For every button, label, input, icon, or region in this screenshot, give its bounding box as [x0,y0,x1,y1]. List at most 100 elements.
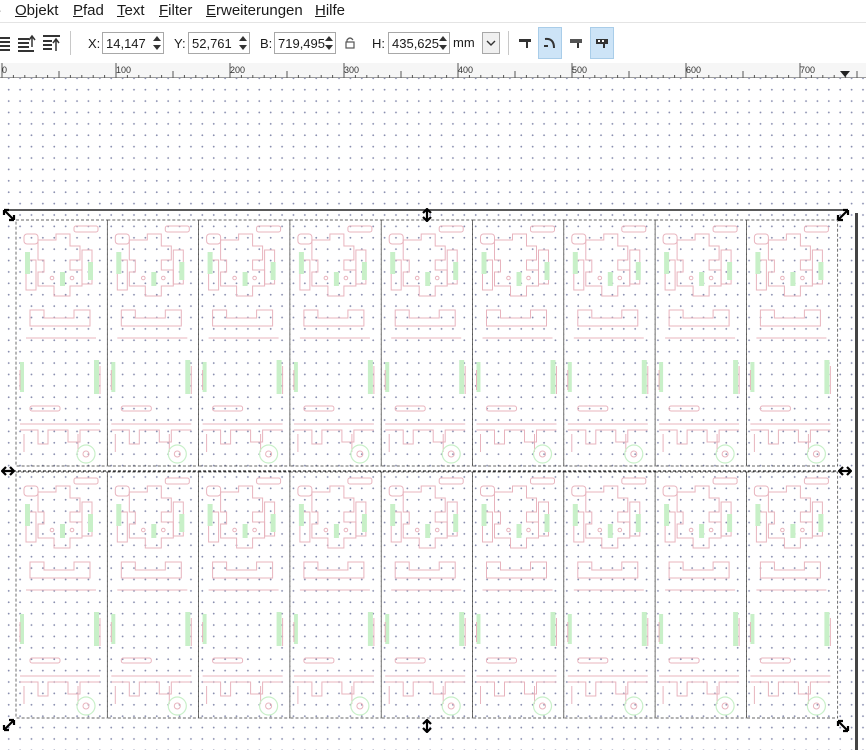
engrave-mark [727,262,733,280]
engrave-mark [641,612,647,646]
scale-handle-top-right-icon[interactable] [836,208,850,222]
lower-to-bottom-button[interactable] [0,27,16,59]
cut-shape [202,675,283,697]
raise-button[interactable] [15,27,39,59]
engrave-circle [715,696,735,716]
cut-hole [539,450,546,458]
x-spin-arrows[interactable] [151,33,163,53]
engrave-mark [202,362,207,392]
cut-shape [662,434,718,452]
cut-shape [662,485,678,497]
engrave-mark [390,504,396,526]
engrave-mark [116,252,122,274]
cut-shape [114,233,130,245]
unit-select[interactable]: mm [452,32,500,54]
x-field[interactable] [103,33,154,53]
engrave-circle [532,444,553,464]
scale-handle-bottom-right-icon[interactable] [836,719,850,733]
cut-hole [141,275,146,281]
cut-hole [812,450,820,458]
cut-shape [567,618,649,646]
transform-gradients-toggle[interactable] [564,27,588,59]
cut-shape [25,501,93,543]
engrave-mark [202,614,207,644]
y-field[interactable] [189,33,240,53]
scale-stroke-toggle[interactable] [513,27,537,59]
cut-shape [37,485,83,549]
cut-shape [299,249,367,291]
scale-handle-bottom-icon[interactable] [420,719,434,733]
engrave-circle [624,444,644,464]
cut-tile [563,219,656,467]
cut-shape [311,485,357,549]
cut-shape [388,485,404,497]
cut-hole [800,527,805,533]
cut-hole [265,702,273,710]
cut-hole [434,275,440,281]
engrave-mark [516,272,522,286]
cut-shape [114,686,170,704]
menu-text[interactable]: Text [117,2,145,19]
width-spin-arrows[interactable] [323,33,335,53]
engrave-mark [367,360,373,394]
cut-shape [297,686,353,704]
height-spin-arrows[interactable] [437,33,449,53]
engrave-mark [453,514,459,532]
cut-shape [621,477,647,485]
engrave-mark [607,524,613,538]
cut-shape [120,657,152,664]
engrave-mark [818,514,824,532]
menu-bar: › Objekt Pfad Text Filter Erweiterungen … [0,0,866,22]
y-spinbox[interactable] [188,32,250,54]
menu-pfad[interactable]: Pfad [73,2,104,19]
spin-arrows-icon [239,36,247,50]
cut-shape [206,686,262,704]
engrave-mark [567,362,572,392]
engrave-mark [207,252,213,274]
unit-dropdown-button[interactable] [482,32,500,54]
menu-objekt[interactable]: Objekt [15,2,58,19]
width-spinbox[interactable] [274,32,336,54]
scale-handle-top-left-icon[interactable] [2,208,16,222]
cut-shape [767,233,813,297]
height-spinbox[interactable] [388,32,450,54]
engrave-circle [715,444,735,464]
engrave-mark [516,524,522,538]
scale-handle-top-icon[interactable] [420,208,434,222]
ruler-label: 0 [2,65,8,75]
scale-handle-bottom-left-icon[interactable] [2,718,16,732]
height-field[interactable] [389,33,440,53]
drawing-canvas[interactable] [0,78,866,750]
x-spinbox[interactable] [102,32,164,54]
engrave-mark [664,252,670,274]
menu-filter[interactable]: Filter [159,2,192,19]
cut-hole [721,702,729,710]
engrave-mark [111,614,116,644]
cut-shape [385,423,466,445]
lock-button[interactable] [343,36,357,50]
cut-shape [482,249,549,291]
width-field[interactable] [275,33,326,53]
transform-patterns-toggle[interactable] [590,27,614,59]
scale-corners-toggle[interactable] [538,27,562,59]
cut-shape [668,309,730,327]
scale-handle-right-icon[interactable] [838,464,852,478]
engrave-mark [635,514,641,532]
horizontal-ruler[interactable]: 0 100 200 300 400 500 600 700 [0,63,866,78]
menu-hilfe[interactable]: Hilfe [315,2,345,19]
menu-erweiterungen[interactable]: Erweiterungen [206,2,303,19]
cut-shape [494,233,539,297]
cut-tile [198,471,291,719]
engrave-mark [544,262,550,280]
scale-handle-left-icon[interactable] [1,464,15,478]
raise-to-top-button[interactable] [40,27,64,59]
cut-hole [617,275,623,281]
engrave-mark [790,272,796,286]
y-spin-arrows[interactable] [237,33,249,53]
engrave-mark [333,524,339,538]
engrave-mark [550,360,556,394]
cut-shape [482,501,549,543]
menu-item-partial[interactable]: › [0,2,1,19]
engrave-mark [818,262,824,280]
cut-shape [206,233,222,245]
